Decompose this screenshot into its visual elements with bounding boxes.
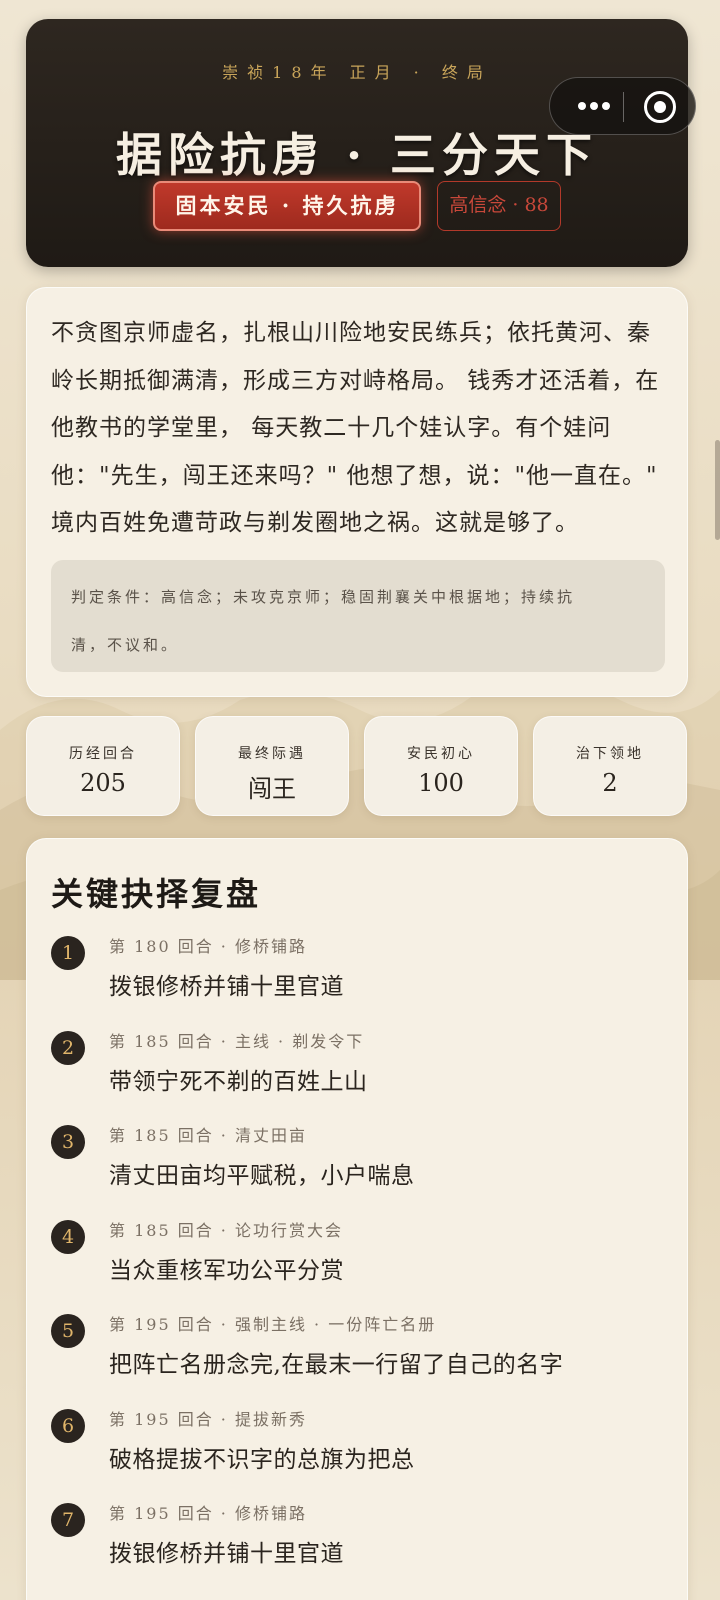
step-number-badge: 6 [51,1409,85,1443]
stat-territory: 治下领地 2 [533,716,687,816]
decision-text: 破格提拔不识字的总旗为把总 [109,1447,415,1473]
narrative-line: 他："先生，闯王还来吗？" 他想了想，说："他一直在。" [51,462,658,489]
decision-meta: 第 195 回合 · 修桥铺路 [109,1504,307,1523]
ending-tags: 固本安民 · 持久抗虏 高信念 · 88 [26,181,688,233]
ending-header: 崇祯18年 正月 · 终局 据险抗虏 · 三分天下 固本安民 · 持久抗虏 高信… [26,19,688,267]
section-title: 关键抉择复盘 [51,875,262,913]
decision-meta: 第 195 回合 · 强制主线 · 一份阵亡名册 [109,1315,437,1334]
step-number-badge: 4 [51,1220,85,1254]
stat-rounds: 历经回合 205 [26,716,180,816]
capsule-divider [623,92,624,122]
miniprogram-capsule [549,77,696,135]
target-icon[interactable] [644,91,676,123]
decision-text: 带领宁死不剃的百姓上山 [109,1069,368,1095]
key-decisions-card: 关键抉择复盘 1 第 180 回合 · 修桥铺路 拨银修桥并铺十里官道 2 第 … [26,838,688,1600]
decision-meta: 第 195 回合 · 提拔新秀 [109,1410,307,1429]
decision-text: 把阵亡名册念完,在最末一行留了自己的名字 [109,1352,564,1378]
stat-label: 最终际遇 [238,746,306,762]
stat-value: 闯王 [248,775,296,803]
decision-item: 7 第 195 回合 · 修桥铺路 拨银修桥并铺十里官道 [51,1503,665,1583]
decision-item: 2 第 185 回合 · 主线 · 剃发令下 带领宁死不剃的百姓上山 [51,1031,665,1111]
narrative-line: 境内百姓免遭苛政与剃发圈地之祸。这就是够了。 [51,510,579,536]
decision-meta: 第 185 回合 · 论功行赏大会 [109,1221,343,1240]
step-number-badge: 2 [51,1031,85,1065]
more-dots-icon[interactable] [578,98,610,114]
stat-label: 安民初心 [407,746,475,762]
stat-value: 205 [80,769,126,797]
step-number-badge: 3 [51,1125,85,1159]
decision-text: 清丈田亩均平赋税，小户喘息 [109,1163,415,1189]
decision-item: 3 第 185 回合 · 清丈田亩 清丈田亩均平赋税，小户喘息 [51,1125,665,1205]
ending-narrative-card: 不贪图京师虚名，扎根山川险地安民练兵；依托黄河、秦 岭长期抵御满清，形成三方对峙… [26,287,688,697]
decision-text: 拨银修桥并铺十里官道 [109,1541,344,1567]
stat-encounter: 最终际遇 闯王 [195,716,349,816]
stat-value: 100 [418,769,464,797]
decision-item: 1 第 180 回合 · 修桥铺路 拨银修桥并铺十里官道 [51,936,665,1016]
step-number-badge: 5 [51,1314,85,1348]
narrative-line: 岭长期抵御满清，形成三方对峙格局。 钱秀才还活着，在 [51,367,660,394]
decision-meta: 第 185 回合 · 清丈田亩 [109,1126,307,1145]
stat-value: 2 [602,769,618,797]
step-number-badge: 1 [51,936,85,970]
conditions-line: 清，不议和。 [71,636,180,654]
decision-text: 当众重核军功公平分赏 [109,1258,344,1284]
conditions-line: 判定条件：高信念；未攻克京师；稳固荆襄关中根据地；持续抗 [71,588,576,606]
belief-score-badge: 高信念 · 88 [437,181,561,231]
decision-item: 4 第 185 回合 · 论功行赏大会 当众重核军功公平分赏 [51,1220,665,1300]
ending-narrative: 不贪图京师虚名，扎根山川险地安民练兵；依托黄河、秦 岭长期抵御满清，形成三方对峙… [51,310,665,548]
step-number-badge: 7 [51,1503,85,1537]
decision-item: 6 第 195 回合 · 提拔新秀 破格提拔不识字的总旗为把总 [51,1409,665,1489]
stat-people-heart: 安民初心 100 [364,716,518,816]
narrative-line: 他教书的学堂里， 每天教二十几个娃认字。有个娃问 [51,415,612,441]
stat-label: 治下领地 [576,746,644,762]
decision-item: 5 第 195 回合 · 强制主线 · 一份阵亡名册 把阵亡名册念完,在最末一行… [51,1314,665,1394]
decision-text: 拨银修桥并铺十里官道 [109,974,344,1000]
narrative-line: 不贪图京师虚名，扎根山川险地安民练兵；依托黄河、秦 [51,320,651,346]
scrollbar[interactable] [715,440,720,540]
decision-meta: 第 185 回合 · 主线 · 剃发令下 [109,1032,365,1051]
decision-meta: 第 180 回合 · 修桥铺路 [109,937,307,956]
stat-label: 历经回合 [69,746,137,762]
strategy-tag: 固本安民 · 持久抗虏 [153,181,421,231]
ending-conditions: 判定条件：高信念；未攻克京师；稳固荆襄关中根据地；持续抗 清，不议和。 [51,560,665,672]
